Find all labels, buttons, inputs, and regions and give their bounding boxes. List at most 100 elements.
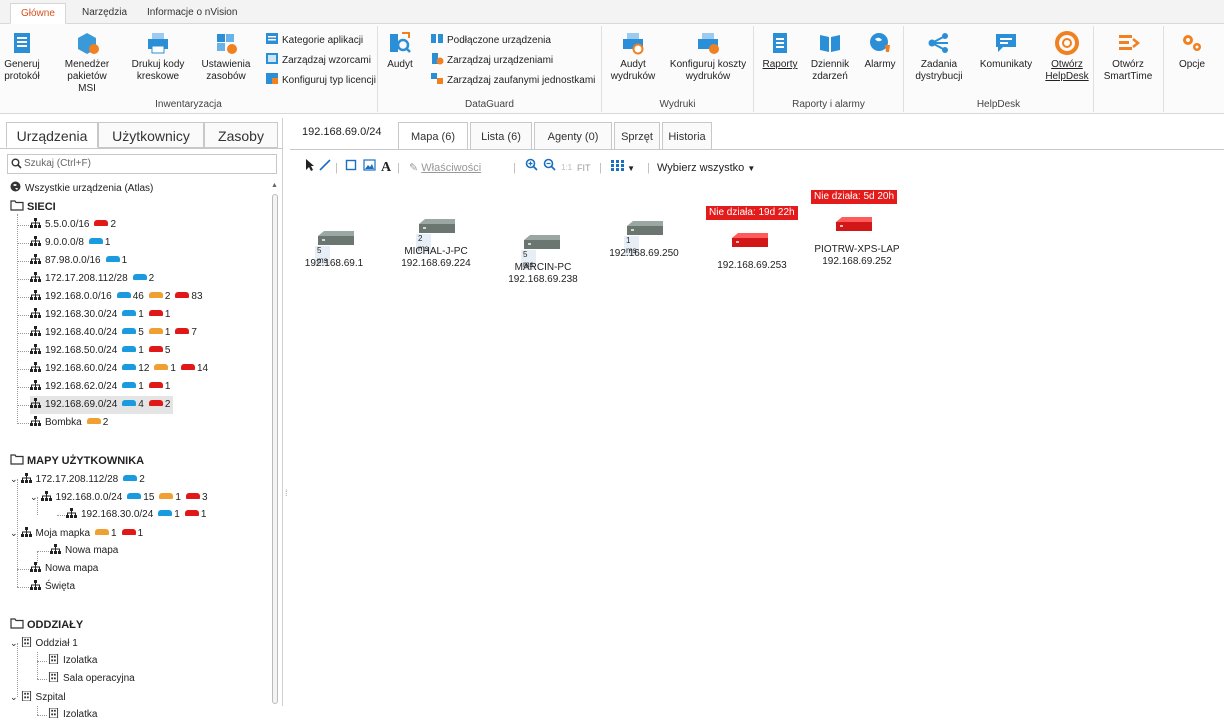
connected-devices-button[interactable]: Podłączone urządzenia <box>430 32 551 49</box>
tree-map-item[interactable]: 192.168.30.0/24 1 1 <box>66 506 206 524</box>
options-button[interactable]: Opcje <box>1172 30 1212 71</box>
tree-branch-item[interactable]: ⌄ Szpital <box>10 688 66 706</box>
network-icon <box>30 380 41 390</box>
tab-devices[interactable]: Urządzenia <box>6 122 98 148</box>
ribbon-tab-glowne[interactable]: Główne <box>10 3 66 24</box>
ribbon-tab-informacje[interactable]: Informacje o nVision <box>137 3 247 24</box>
tree-network-item[interactable]: Bombka 2 <box>30 414 108 432</box>
collapse-chevron-icon[interactable]: ⌄ <box>30 492 38 502</box>
print-barcodes-button[interactable]: Drukuj kody kreskowe <box>130 30 186 83</box>
tree-all-devices[interactable]: Wszystkie urządzenia (Atlas) <box>10 180 153 198</box>
tree-network-item[interactable]: 192.168.62.0/24 1 1 <box>30 378 170 396</box>
tree-network-item[interactable]: 192.168.50.0/24 1 5 <box>30 342 170 360</box>
zoom-in-icon[interactable] <box>525 158 538 178</box>
tree-connector <box>37 679 47 680</box>
print-audit-button[interactable]: Audyt wydruków <box>610 30 656 83</box>
license-type-button[interactable]: Konfiguruj typ licencji <box>265 72 376 89</box>
status-count: 1 <box>138 309 144 320</box>
collapse-chevron-icon[interactable]: ⌄ <box>10 528 18 538</box>
image-tool-icon[interactable] <box>363 158 376 178</box>
tree-network-item[interactable]: 192.168.69.0/24 4 2 <box>30 396 174 414</box>
panel-splitter[interactable]: ⁞ <box>285 488 288 498</box>
status-count: 2 <box>102 417 109 428</box>
line-tool-icon[interactable] <box>319 158 331 178</box>
tab-history[interactable]: Historia <box>662 122 712 150</box>
zoom-out-icon[interactable] <box>543 158 556 178</box>
chevron-down-icon: ▼ <box>747 164 756 173</box>
tree-header-oddzialy[interactable]: ODDZIAŁY <box>10 616 83 634</box>
network-icon <box>30 326 41 336</box>
manage-patterns-button[interactable]: Zarządzaj wzorcami <box>265 52 371 69</box>
scroll-up-icon[interactable]: ▲ <box>271 182 278 189</box>
generate-protocol-button[interactable]: Generuj protokół <box>4 30 40 83</box>
open-helpdesk-button[interactable]: Otwórz HelpDesk <box>1044 30 1090 83</box>
text-tool-icon[interactable]: A <box>381 158 391 178</box>
tree-map-item[interactable]: ⌄ Moja mapka 1 1 <box>10 524 143 542</box>
tab-hardware[interactable]: Sprzęt <box>614 122 660 150</box>
pointer-tool-icon[interactable] <box>305 158 315 178</box>
grid-dropdown[interactable]: ▼ <box>611 158 635 178</box>
tab-map[interactable]: Mapa (6) <box>398 122 468 150</box>
trusted-units-button[interactable]: Zarządzaj zaufanymi jednostkami <box>430 72 595 89</box>
app-categories-button[interactable]: Kategorie aplikacji <box>265 32 363 49</box>
tab-users[interactable]: Użytkownicy <box>98 122 204 148</box>
tab-list[interactable]: Lista (6) <box>470 122 532 150</box>
scroll-thumb[interactable] <box>272 194 278 704</box>
tree-network-item[interactable]: 192.168.0.0/16 46 2 83 <box>30 288 203 306</box>
building-icon <box>48 708 59 718</box>
asset-settings-button[interactable]: Ustawienia zasobów <box>198 30 254 83</box>
tree-branch-item[interactable]: ⌄ Oddział 1 <box>10 634 78 652</box>
group-inwentaryzacja: Generuj protokół Menedżer pakietów MSI D… <box>0 26 378 112</box>
select-all-dropdown[interactable]: Wybierz wszystko ▼ <box>657 158 755 178</box>
tree-map-item[interactable]: Święta <box>30 578 75 596</box>
manage-devices-button[interactable]: Zarządzaj urządzeniami <box>430 52 553 69</box>
search-input[interactable]: Szukaj (Ctrl+F) <box>7 154 277 174</box>
tree-map-item[interactable]: Nowa mapa <box>30 560 98 578</box>
asset-settings-icon <box>217 34 237 54</box>
audit-button[interactable]: Audyt <box>384 30 416 71</box>
asset-settings-label: Ustawienia zasobów <box>201 59 251 82</box>
properties-button[interactable]: ✎ Właściwości <box>409 158 481 178</box>
reports-button[interactable]: Raporty <box>762 30 798 71</box>
ribbon-tab-narzedzia[interactable]: Narzędzia <box>72 3 137 24</box>
tree-branch-item[interactable]: Izolatka <box>48 652 97 670</box>
event-log-button[interactable]: Dziennik zdarzeń <box>806 30 854 83</box>
tree-map-item[interactable]: Nowa mapa <box>50 542 118 560</box>
status-count: 2 <box>148 273 155 284</box>
tree-header-mapy[interactable]: MAPY UŻYTKOWNIKA <box>10 452 144 470</box>
tree-map-item[interactable]: ⌄ 192.168.0.0/24 15 1 3 <box>30 488 208 506</box>
tree-network-item[interactable]: 172.17.208.112/28 2 <box>30 270 154 288</box>
print-costs-label: Konfiguruj koszty wydruków <box>669 59 747 82</box>
status-pill-online <box>122 310 137 316</box>
tree-network-item[interactable]: 5.5.0.0/16 2 <box>30 216 116 234</box>
distribution-tasks-button[interactable]: Zadania dystrybucji <box>910 30 968 83</box>
open-smarttime-button[interactable]: Otwórz SmartTime <box>1098 30 1158 83</box>
tab-resources[interactable]: Zasoby <box>204 122 278 148</box>
collapse-chevron-icon[interactable]: ⌄ <box>10 692 18 702</box>
print-costs-button[interactable]: Konfiguruj koszty wydruków <box>668 30 748 83</box>
collapse-chevron-icon[interactable]: ⌄ <box>10 474 18 484</box>
tree-network-item[interactable]: 192.168.40.0/24 5 1 7 <box>30 324 197 342</box>
fit-button[interactable]: FIT <box>577 158 591 178</box>
tree-network-item[interactable]: 192.168.30.0/24 1 1 <box>30 306 170 324</box>
messages-button[interactable]: Komunikaty <box>976 30 1036 71</box>
rectangle-tool-icon[interactable] <box>345 158 357 178</box>
tree-scrollbar[interactable]: ▲ <box>270 178 280 706</box>
tree-network-item[interactable]: 9.0.0.0/8 1 <box>30 234 110 252</box>
distribution-tasks-label: Zadania dystrybucji <box>915 59 963 82</box>
trusted-units-icon <box>431 73 443 84</box>
status-pill-warning <box>86 418 101 424</box>
msi-manager-button[interactable]: Menedżer pakietów MSI <box>58 30 116 95</box>
alarms-button[interactable]: Alarmy <box>860 30 900 71</box>
tree-network-item[interactable]: 192.168.60.0/24 12 1 14 <box>30 360 208 378</box>
tree-node-label: Bombka <box>45 417 82 428</box>
actual-size-icon[interactable]: 1:1 <box>561 158 572 178</box>
collapse-chevron-icon[interactable]: ⌄ <box>10 638 18 648</box>
tree-branch-item[interactable]: Izolatka <box>48 706 97 724</box>
tree-map-item[interactable]: ⌄ 172.17.208.112/28 2 <box>10 470 145 488</box>
tree-branch-item[interactable]: Sala operacyjna <box>48 670 135 688</box>
network-icon <box>30 562 41 572</box>
connected-devices-icon <box>431 34 443 43</box>
tree-network-item[interactable]: 87.98.0.0/16 1 <box>30 252 127 270</box>
tab-agents[interactable]: Agenty (0) <box>534 122 612 150</box>
